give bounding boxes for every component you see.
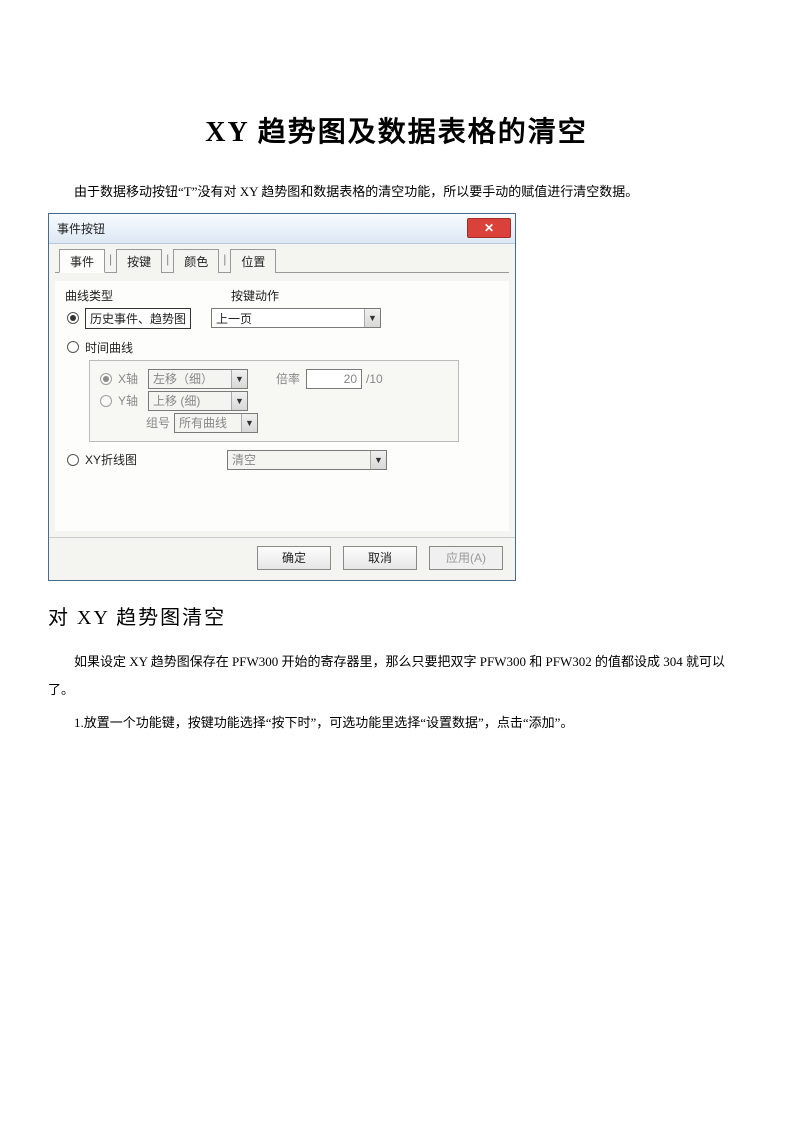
event-button-dialog: 事件按钮 ✕ 事件 | 按键 | 颜色 | 位置 曲线类型 [48, 213, 516, 581]
label-group-no: 组号 [146, 414, 170, 431]
label-x-axis: X轴 [118, 370, 148, 387]
tab-color[interactable]: 颜色 [173, 249, 219, 273]
radio-x-axis [100, 373, 112, 385]
radio-history-event[interactable] [67, 312, 79, 324]
radio-y-axis [100, 395, 112, 407]
radio-time-curve-label: 时间曲线 [85, 339, 133, 356]
chevron-down-icon: ▼ [231, 392, 247, 410]
dialog-figure: 事件按钮 ✕ 事件 | 按键 | 颜色 | 位置 曲线类型 [48, 213, 745, 581]
chevron-down-icon: ▼ [241, 414, 257, 432]
radio-history-event-label: 历史事件、趋势图 [85, 308, 191, 329]
radio-time-curve[interactable] [67, 341, 79, 353]
combo-x-move: 左移（细） ▼ [148, 369, 248, 389]
tab-event-panel: 曲线类型 按键动作 历史事件、趋势图 上一页 ▼ [55, 281, 509, 531]
chevron-down-icon: ▼ [231, 370, 247, 388]
label-rate: 倍率 [276, 370, 300, 387]
section-heading: 对 XY 趋势图清空 [48, 601, 745, 630]
dialog-button-row: 确定 取消 应用(A) [49, 537, 515, 580]
close-icon: ✕ [484, 222, 494, 234]
dialog-title: 事件按钮 [57, 220, 105, 237]
dialog-tabs: 事件 | 按键 | 颜色 | 位置 [55, 248, 509, 273]
intro-paragraph: 由于数据移动按钮“T”没有对 XY 趋势图和数据表格的清空功能，所以要手动的赋值… [48, 178, 745, 207]
label-y-axis: Y轴 [118, 392, 148, 409]
radio-xy-line-label: XY折线图 [85, 451, 137, 468]
dialog-close-button[interactable]: ✕ [467, 218, 511, 238]
label-key-action: 按键动作 [231, 287, 279, 304]
chevron-down-icon: ▼ [370, 451, 386, 469]
tab-position[interactable]: 位置 [230, 249, 276, 273]
paragraph-pfw300: 如果设定 XY 趋势图保存在 PFW300 开始的寄存器里，那么只要把双字 PF… [48, 648, 745, 705]
combo-prev-page[interactable]: 上一页 ▼ [211, 308, 381, 328]
rate-suffix: /10 [366, 372, 383, 386]
paragraph-step1: 1.放置一个功能键，按键功能选择“按下时”，可选功能里选择“设置数据”，点击“添… [48, 709, 745, 738]
rate-input: 20 [306, 369, 362, 389]
time-curve-panel: X轴 左移（细） ▼ 倍率 20 /10 Y轴 [89, 360, 459, 442]
tab-event[interactable]: 事件 [59, 249, 105, 273]
ok-button[interactable]: 确定 [257, 546, 331, 570]
radio-xy-line[interactable] [67, 454, 79, 466]
dialog-titlebar: 事件按钮 ✕ [49, 214, 515, 244]
label-curve-type: 曲线类型 [65, 287, 211, 304]
tab-key[interactable]: 按键 [116, 249, 162, 273]
cancel-button[interactable]: 取消 [343, 546, 417, 570]
combo-group: 所有曲线 ▼ [174, 413, 258, 433]
chevron-down-icon: ▼ [364, 309, 380, 327]
combo-y-move: 上移 (细) ▼ [148, 391, 248, 411]
apply-button: 应用(A) [429, 546, 503, 570]
combo-clear: 清空 ▼ [227, 450, 387, 470]
page-title: XY 趋势图及数据表格的清空 [48, 110, 745, 150]
